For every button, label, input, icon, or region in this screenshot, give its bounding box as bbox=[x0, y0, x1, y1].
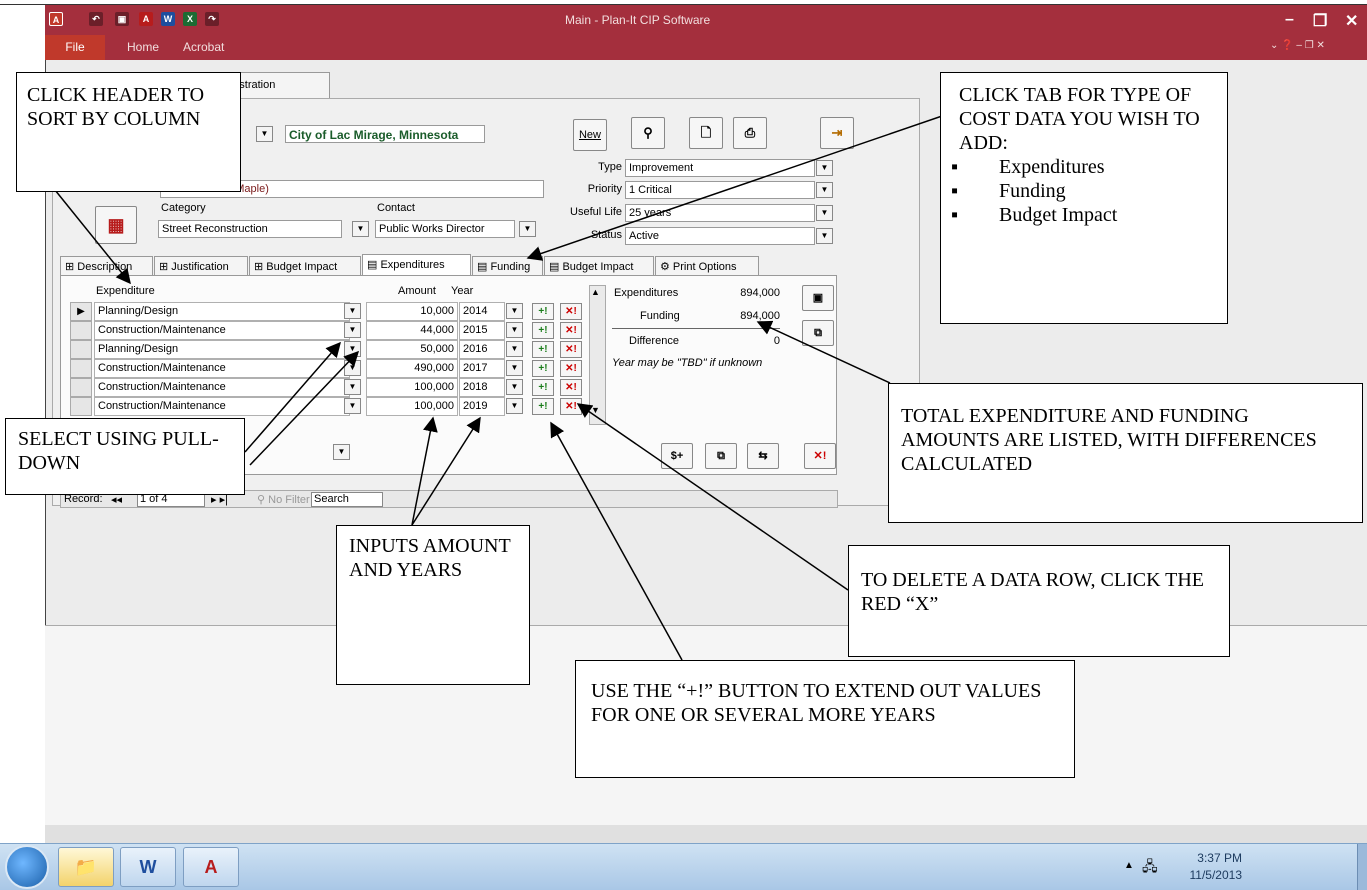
explorer-icon[interactable]: 📁 bbox=[58, 847, 114, 887]
callout-tabs-item: Expenditures bbox=[951, 155, 1217, 179]
arrow-extend bbox=[550, 421, 683, 661]
start-button[interactable] bbox=[5, 845, 49, 889]
arrow-tabs bbox=[526, 114, 946, 261]
word-taskbar-icon[interactable]: W bbox=[120, 847, 176, 887]
callout-tabs-title: CLICK TAB FOR TYPE OF COST DATA YOU WISH… bbox=[959, 84, 1200, 154]
network-icon[interactable]: 🖧 bbox=[1142, 856, 1158, 880]
arrow-pulldown-1 bbox=[244, 341, 341, 453]
callout-tabs-item: Budget Impact bbox=[951, 203, 1217, 227]
clock-date[interactable]: 11/5/2013 bbox=[1182, 868, 1243, 882]
arrow-delete bbox=[576, 403, 849, 591]
callout-tabs-list: Expenditures Funding Budget Impact bbox=[951, 155, 1217, 227]
callout-inputs: INPUTS AMOUNT AND YEARS bbox=[336, 525, 530, 685]
callout-extend: USE THE “+!” BUTTON TO EXTEND OUT VALUES… bbox=[575, 660, 1075, 778]
callout-totals: TOTAL EXPENDITURE AND FUNDING AMOUNTS AR… bbox=[888, 383, 1363, 523]
callout-delete: TO DELETE A DATA ROW, CLICK THE RED “X” bbox=[848, 545, 1230, 657]
arrow-pulldown-2 bbox=[249, 350, 360, 466]
access-taskbar-icon[interactable]: A bbox=[183, 847, 239, 887]
arrow-sort-header bbox=[54, 189, 131, 285]
callout-tabs-item: Funding bbox=[951, 179, 1217, 203]
callout-sort: CLICK HEADER TO SORT BY COLUMN bbox=[16, 72, 241, 192]
arrow-totals bbox=[756, 320, 891, 384]
callout-tabs: CLICK TAB FOR TYPE OF COST DATA YOU WISH… bbox=[940, 72, 1228, 324]
show-desktop-button[interactable] bbox=[1357, 844, 1367, 890]
taskbar: 📁 W A ▲ 🖧 3:37 PM 11/5/2013 bbox=[0, 843, 1367, 890]
callout-pulldown: SELECT USING PULL-DOWN bbox=[5, 418, 245, 495]
tray-arrow-icon[interactable]: ▲ bbox=[1124, 860, 1134, 871]
clock-time[interactable]: 3:37 PM bbox=[1182, 851, 1242, 865]
